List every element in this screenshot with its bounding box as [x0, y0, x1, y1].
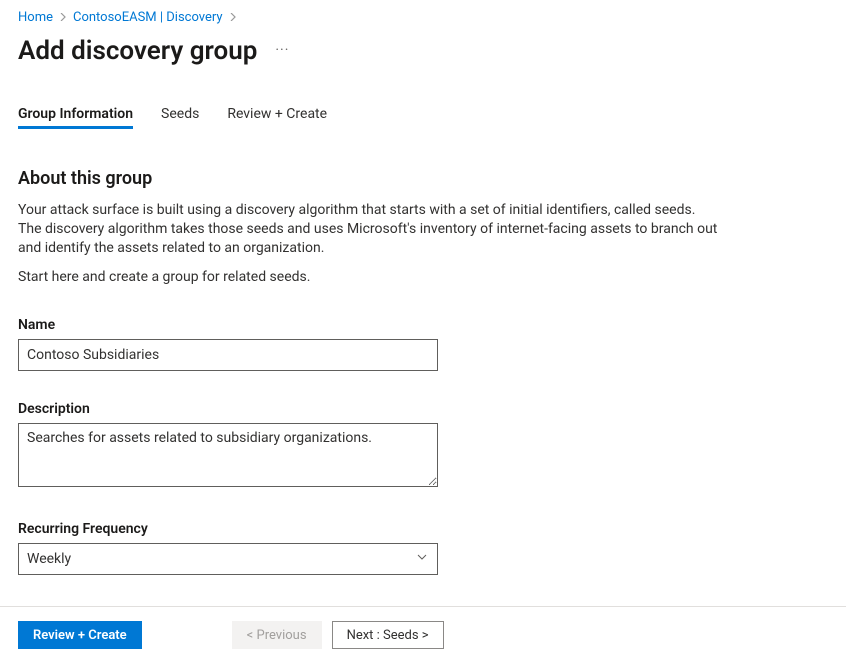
name-label: Name — [18, 317, 828, 333]
breadcrumb-workspace[interactable]: ContosoEASM | Discovery — [73, 8, 223, 28]
more-actions-button[interactable]: ··· — [275, 42, 289, 60]
chevron-right-icon — [229, 8, 237, 28]
description-input[interactable]: Searches for assets related to subsidiar… — [18, 423, 438, 487]
section-description-2: Start here and create a group for relate… — [18, 268, 718, 287]
wizard-footer: Review + Create < Previous Next : Seeds … — [0, 606, 846, 663]
tab-group-information[interactable]: Group Information — [18, 106, 133, 128]
breadcrumb-home[interactable]: Home — [18, 8, 53, 28]
previous-button: < Previous — [232, 621, 322, 649]
tab-seeds[interactable]: Seeds — [161, 106, 199, 128]
section-heading: About this group — [18, 168, 828, 189]
breadcrumb: Home ContosoEASM | Discovery — [18, 6, 828, 28]
chevron-right-icon — [59, 8, 67, 28]
frequency-select[interactable]: Weekly — [18, 543, 438, 575]
page-title: Add discovery group — [18, 36, 257, 66]
description-label: Description — [18, 401, 828, 417]
tab-review-create[interactable]: Review + Create — [227, 106, 327, 128]
name-input[interactable] — [18, 339, 438, 371]
tab-bar: Group Information Seeds Review + Create — [18, 106, 828, 128]
next-button[interactable]: Next : Seeds > — [332, 621, 444, 649]
section-description-1: Your attack surface is built using a dis… — [18, 201, 718, 258]
review-create-button[interactable]: Review + Create — [18, 621, 142, 649]
frequency-label: Recurring Frequency — [18, 521, 828, 537]
